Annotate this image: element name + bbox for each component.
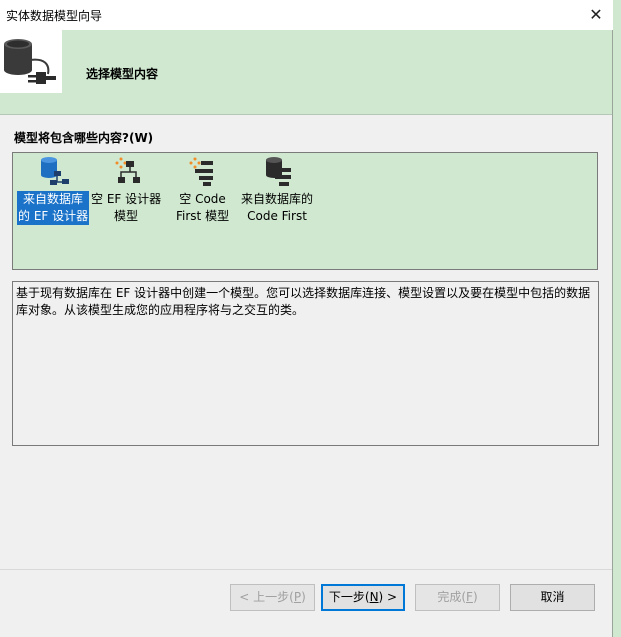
option-line2: 的 EF 设计器 (18, 209, 89, 223)
prev-label-key: P (293, 590, 302, 604)
option-line1: 来自数据库 (23, 192, 84, 206)
database-plug-icon (0, 30, 62, 93)
database-code-first-icon (266, 157, 291, 186)
option-line1: 来自数据库的 (241, 192, 314, 206)
next-label-pre: 下一步( (328, 590, 370, 604)
prev-label-post: ) (301, 590, 306, 604)
option-line1: 空 EF 设计器 (91, 192, 162, 206)
banner-title: 选择模型内容 (86, 67, 159, 81)
empty-code-first-icon (189, 157, 213, 186)
model-content-label: 模型将包含哪些内容?(W) (14, 131, 154, 145)
title-bar: 实体数据模型向导 ✕ (0, 0, 613, 30)
next-label-key: N (369, 590, 379, 604)
next-button[interactable]: 下一步(N) > (321, 584, 405, 611)
cancel-label: 取消 (540, 590, 565, 604)
empty-designer-icon (115, 157, 140, 183)
option-line2: First 模型 (176, 209, 230, 223)
description-box: 基于现有数据库在 EF 设计器中创建一个模型。您可以选择数据库连接、模型设置以及… (12, 281, 599, 446)
database-designer-icon (41, 157, 69, 185)
previous-button[interactable]: < 上一步(P) (230, 584, 315, 611)
wizard-window: 实体数据模型向导 ✕ 选择模型内容 模型将包含哪些内容?(W) 来自数据库 的 … (0, 0, 613, 637)
finish-button[interactable]: 完成(F) (415, 584, 500, 611)
option-description: 基于现有数据库在 EF 设计器中创建一个模型。您可以选择数据库连接、模型设置以及… (16, 286, 591, 317)
prev-label-pre: < 上一步( (239, 590, 294, 604)
close-icon[interactable]: ✕ (579, 0, 613, 30)
window-title: 实体数据模型向导 (6, 9, 103, 23)
model-content-list[interactable]: 来自数据库 的 EF 设计器 空 EF 设计器 模型 空 Code First … (12, 152, 598, 270)
finish-label-key: F (466, 590, 473, 604)
option-line2: Code First (247, 209, 307, 223)
option-line2: 模型 (114, 209, 139, 223)
footer-divider (0, 569, 612, 570)
cancel-button[interactable]: 取消 (510, 584, 595, 611)
option-line1: 空 Code (179, 192, 226, 206)
finish-label-pre: 完成( (437, 590, 467, 604)
next-label-post: ) > (378, 590, 398, 604)
header-banner: 选择模型内容 (0, 30, 612, 115)
finish-label-post: ) (472, 590, 478, 604)
